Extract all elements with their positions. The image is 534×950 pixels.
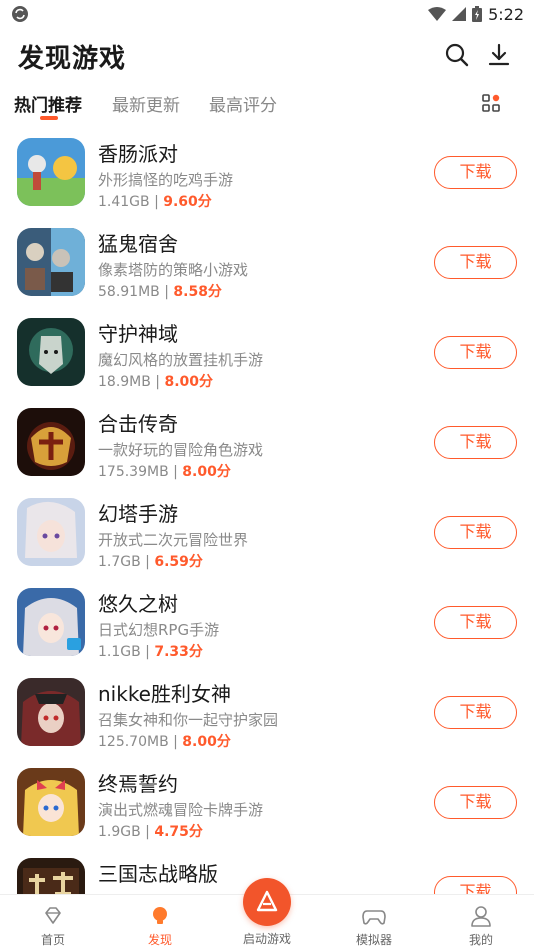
tab-hot[interactable]: 热门推荐 [14,91,82,116]
game-name: 终焉誓约 [98,772,178,796]
list-item[interactable]: nikke胜利女神 召集女神和你一起守护家园 125.70MB | 8.00分 … [0,668,534,758]
download-button[interactable]: 下载 [434,426,517,459]
game-icon [17,768,85,836]
download-button[interactable]: 下载 [434,336,517,369]
game-icon [17,408,85,476]
list-item[interactable]: 守护神域 魔幻风格的放置挂机手游 18.9MB | 8.00分 下载 [0,308,534,398]
gamepad-icon [362,910,386,925]
game-icon [17,228,85,296]
game-score: 9.60分 [163,194,212,210]
game-meta: 125.70MB | 8.00分 [98,734,231,750]
game-icon [17,318,85,386]
nav-mine-label: 我的 [468,933,493,947]
game-size: 58.91MB [98,284,160,300]
game-score: 8.00分 [164,374,214,390]
battery-icon [472,6,483,22]
game-description: 像素塔防的策略小游戏 [98,261,249,279]
download-button[interactable]: 下载 [434,876,517,894]
game-name: 幻塔手游 [98,502,178,526]
user-icon [471,906,491,927]
nav-home-label: 首页 [40,933,65,947]
game-size: 1.1GB [98,644,141,660]
game-score: 8.00分 [182,464,231,480]
launch-game-button[interactable] [243,878,291,926]
nav-mine[interactable]: 我的 [441,895,521,950]
download-button[interactable]: 下载 [434,786,517,819]
game-description: 开放式二次元冒险世界 [98,531,249,549]
game-name: nikke胜利女神 [98,682,231,706]
launch-game-label: 启动游戏 [242,932,291,946]
list-item[interactable]: 合击传奇 一款好玩的冒险角色游戏 175.39MB | 8.00分 下载 [0,398,534,488]
tab-latest[interactable]: 最新更新 [112,91,180,116]
game-icon [17,678,85,746]
game-icon [17,498,85,566]
download-button[interactable]: 下载 [434,516,517,549]
game-description: 一款好玩的冒险角色游戏 [98,441,264,459]
list-item[interactable]: 香肠派对 外形搞怪的吃鸡手游 1.41GB | 9.60分 下载 [0,128,534,218]
game-size: 1.41GB [98,194,150,210]
game-score: 8.58分 [173,284,222,300]
nav-discover-label: 发现 [147,933,172,947]
game-name: 悠久之树 [98,592,178,616]
game-size: 1.7GB [98,554,141,570]
download-button[interactable]: 下载 [434,246,517,279]
list-item[interactable]: 幻塔手游 开放式二次元冒险世界 1.7GB | 6.59分 下载 [0,488,534,578]
page-title: 发现游戏 [18,44,127,74]
game-description: 演出式燃魂冒险卡牌手游 [98,801,264,819]
tab-bar: 热门推荐 最新更新 最高评分 [0,86,534,120]
game-description: 召集女神和你一起守护家园 [98,711,279,729]
wifi-icon [428,7,447,21]
game-meta: 1.41GB | 9.60分 [98,194,212,210]
status-time: 5:22 [488,4,524,24]
search-icon[interactable] [444,42,470,68]
nav-home[interactable]: 首页 [13,895,93,950]
nav-emulator-label: 模拟器 [355,933,392,947]
category-grid-icon[interactable] [482,94,500,112]
game-icon [17,138,85,206]
game-description: 魔幻风格的放置挂机手游 [98,351,264,369]
launch-icon [256,890,278,912]
download-button[interactable]: 下载 [434,156,517,189]
game-size: 1.9GB [98,824,141,840]
game-meta: 175.39MB | 8.00分 [98,464,231,480]
lightbulb-icon [153,907,167,924]
game-score: 6.59分 [154,554,203,570]
signal-icon [452,7,467,21]
diamond-icon [45,907,61,924]
sync-icon [12,6,28,22]
game-size: 125.70MB [98,734,169,750]
game-meta: 1.1GB | 7.33分 [98,644,203,660]
game-icon [17,588,85,656]
game-name: 三国志战略版 [98,862,218,886]
game-score: 8.00分 [182,734,231,750]
download-button[interactable]: 下载 [434,606,517,639]
game-icon [17,858,85,894]
tab-top-rated[interactable]: 最高评分 [209,91,277,116]
game-score: 4.75分 [154,824,203,840]
game-description: 外形搞怪的吃鸡手游 [98,171,234,189]
nav-discover[interactable]: 发现 [120,895,200,950]
game-name: 香肠派对 [98,142,178,166]
list-item[interactable]: 猛鬼宿舍 像素塔防的策略小游戏 58.91MB | 8.58分 下载 [0,218,534,308]
nav-emulator[interactable]: 模拟器 [334,895,414,950]
active-tab-indicator [40,116,58,120]
game-name: 合击传奇 [98,412,178,436]
game-list[interactable]: 香肠派对 外形搞怪的吃鸡手游 1.41GB | 9.60分 下载 猛鬼宿舍 像素… [0,128,534,894]
game-size: 175.39MB [98,464,169,480]
header: 发现游戏 [0,28,534,84]
game-meta: 1.9GB | 4.75分 [98,824,203,840]
status-bar: 5:22 [0,0,534,28]
download-icon[interactable] [486,42,512,68]
download-button[interactable]: 下载 [434,696,517,729]
game-meta: 1.7GB | 6.59分 [98,554,203,570]
list-item[interactable]: 终焉誓约 演出式燃魂冒险卡牌手游 1.9GB | 4.75分 下载 [0,758,534,848]
list-item[interactable]: 悠久之树 日式幻想RPG手游 1.1GB | 7.33分 下载 [0,578,534,668]
game-name: 守护神域 [98,322,178,346]
game-size: 18.9MB [98,374,151,390]
game-name: 猛鬼宿舍 [98,232,178,256]
game-description: 日式幻想RPG手游 [98,621,220,639]
game-meta: 58.91MB | 8.58分 [98,284,222,300]
game-meta: 18.9MB | 8.00分 [98,374,214,390]
game-score: 7.33分 [154,644,203,660]
